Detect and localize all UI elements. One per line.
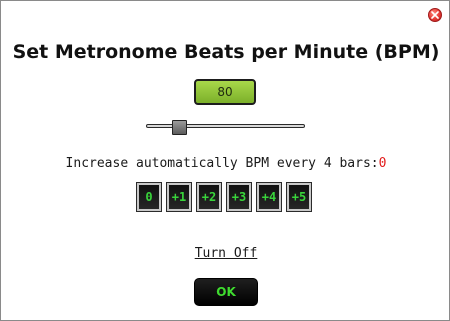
auto-increase-label: Increase automatically BPM every 4 bars: [65, 156, 379, 171]
bpm-value-display: 80 [194, 79, 256, 105]
close-x-glyph [431, 11, 439, 19]
increase-option-2-button[interactable]: +2 [196, 182, 222, 212]
ok-button[interactable]: OK [194, 278, 258, 306]
dialog-title: Set Metronome Beats per Minute (BPM) [12, 41, 440, 63]
increase-option-5-button[interactable]: +5 [286, 182, 312, 212]
close-icon[interactable] [428, 8, 442, 22]
auto-increase-row: Increase automatically BPM every 4 bars:… [1, 156, 450, 171]
bpm-slider-thumb[interactable] [172, 120, 187, 135]
turn-off-link[interactable]: Turn Off [1, 246, 450, 261]
bpm-slider-track[interactable] [146, 124, 305, 128]
auto-increase-value: 0 [378, 156, 387, 171]
metronome-dialog: Set Metronome Beats per Minute (BPM) 80 … [0, 0, 450, 321]
increase-option-4-button[interactable]: +4 [256, 182, 282, 212]
increase-option-3-button[interactable]: +3 [226, 182, 252, 212]
increase-option-0-button[interactable]: 0 [136, 182, 162, 212]
increase-option-1-button[interactable]: +1 [166, 182, 192, 212]
